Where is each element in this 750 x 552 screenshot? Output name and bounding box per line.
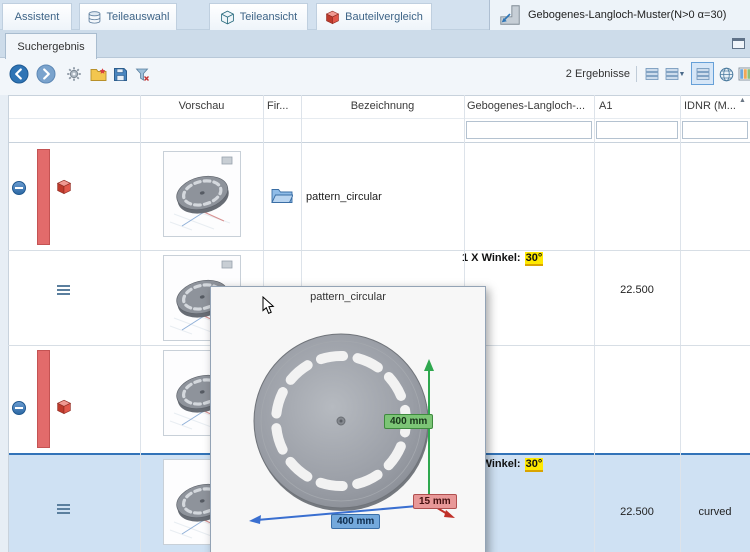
tab-teileansicht-label: Teileansicht bbox=[240, 11, 297, 23]
a1-value: 22.500 bbox=[594, 506, 680, 518]
dimension-label-vertical: 400 mm bbox=[384, 414, 433, 429]
column-header-a1[interactable]: A1 bbox=[599, 100, 677, 112]
gear-icon bbox=[66, 66, 82, 82]
red-part-icon bbox=[56, 179, 72, 195]
match-indicator-bar bbox=[37, 350, 50, 448]
part-thumbnail-image bbox=[164, 152, 240, 236]
pattern-selector[interactable]: Gebogenes-Langloch-Muster(N>0 α=30) bbox=[489, 0, 750, 30]
grid-view-active-icon bbox=[696, 67, 710, 81]
tab-assistent[interactable]: Assistent bbox=[2, 3, 72, 30]
filter-input-a1[interactable] bbox=[596, 121, 678, 139]
filter-input-gebogenes-langloch[interactable] bbox=[466, 121, 592, 139]
results-count: 2 Ergebnisse bbox=[548, 68, 630, 80]
parameter-value-highlight: 30° bbox=[525, 458, 544, 472]
tab-teileauswahl-label: Teileauswahl bbox=[107, 11, 170, 23]
save-button[interactable] bbox=[110, 64, 130, 84]
forward-button[interactable] bbox=[36, 64, 56, 84]
globe-icon bbox=[719, 67, 734, 82]
list-view-button[interactable] bbox=[642, 64, 662, 84]
back-icon bbox=[9, 64, 29, 84]
column-table-button[interactable] bbox=[735, 64, 750, 84]
parameter-label: 1 X Winkel: bbox=[462, 252, 521, 264]
toolbar-separator bbox=[636, 66, 637, 82]
layers-icon bbox=[87, 10, 102, 25]
folder-favorites-icon bbox=[90, 67, 107, 82]
column-header-bezeichnung[interactable]: Bezeichnung bbox=[301, 100, 464, 112]
filter-icon bbox=[135, 67, 150, 82]
document-tab-bar bbox=[0, 30, 750, 58]
popup-title: pattern_circular bbox=[211, 291, 485, 303]
pattern-icon bbox=[498, 3, 522, 27]
a1-value: 22.500 bbox=[594, 284, 680, 296]
favorites-folder-button[interactable] bbox=[88, 64, 108, 84]
column-sort-indicator: ▲ bbox=[739, 97, 746, 104]
tab-teileansicht[interactable]: Teileansicht bbox=[209, 3, 308, 30]
chevron-down-icon: ▼ bbox=[679, 71, 686, 78]
settings-button[interactable] bbox=[64, 64, 84, 84]
dimension-label-depth: 15 mm bbox=[413, 494, 457, 509]
column-header-firma[interactable]: Fir... bbox=[267, 100, 299, 112]
tab-suchergebnis-label: Suchergebnis bbox=[17, 41, 84, 53]
red-part-icon bbox=[56, 399, 72, 415]
dimension-label-horizontal: 400 mm bbox=[331, 514, 380, 529]
restore-window-icon[interactable] bbox=[732, 38, 745, 49]
cube-icon bbox=[220, 10, 235, 25]
list-view-dropdown-icon bbox=[665, 67, 679, 81]
tab-teileauswahl[interactable]: Teileauswahl bbox=[79, 3, 177, 30]
column-header-vorschau[interactable]: Vorschau bbox=[140, 100, 263, 112]
menu-lines-icon[interactable] bbox=[57, 285, 70, 295]
tab-suchergebnis[interactable]: Suchergebnis bbox=[5, 33, 97, 59]
globe-button[interactable] bbox=[716, 64, 736, 84]
part-preview-thumbnail[interactable] bbox=[163, 151, 241, 237]
grid-view-active-button[interactable] bbox=[691, 62, 714, 85]
save-icon bbox=[113, 67, 128, 82]
forward-icon bbox=[36, 64, 56, 84]
tab-bauteilvergleich-label: Bauteilvergleich bbox=[345, 11, 423, 23]
parameter-value-highlight: 30° bbox=[525, 252, 544, 266]
menu-lines-icon[interactable] bbox=[57, 504, 70, 514]
compare-icon bbox=[325, 10, 340, 25]
list-view-dropdown-button[interactable]: ▼ bbox=[662, 64, 688, 84]
application-window: Assistent Teileauswahl Teileansicht Baut… bbox=[0, 0, 750, 552]
filter-input-idnr[interactable] bbox=[682, 121, 748, 139]
back-button[interactable] bbox=[9, 64, 29, 84]
column-table-icon bbox=[738, 67, 750, 81]
filter-button[interactable] bbox=[132, 64, 152, 84]
tab-assistent-label: Assistent bbox=[15, 11, 60, 23]
collapse-minus-icon[interactable] bbox=[12, 181, 26, 195]
column-header-gebogenes-langloch[interactable]: Gebogenes-Langloch-... bbox=[467, 100, 592, 112]
idnr-value: curved bbox=[680, 506, 750, 518]
tab-bauteilvergleich[interactable]: Bauteilvergleich bbox=[316, 3, 432, 30]
match-indicator-bar bbox=[37, 149, 50, 245]
bezeichnung-value: pattern_circular bbox=[306, 191, 461, 203]
collapse-minus-icon[interactable] bbox=[12, 401, 26, 415]
header-divider bbox=[8, 118, 750, 119]
list-view-icon bbox=[645, 67, 659, 81]
pattern-selector-label: Gebogenes-Langloch-Muster(N>0 α=30) bbox=[528, 9, 740, 21]
preview-popup: pattern_circular 400 mm 15 mm 400 mm bbox=[210, 286, 486, 552]
cursor-icon bbox=[262, 296, 275, 315]
parameter-match: 1 X Winkel: 30° bbox=[462, 252, 543, 264]
folder-icon bbox=[271, 187, 293, 204]
